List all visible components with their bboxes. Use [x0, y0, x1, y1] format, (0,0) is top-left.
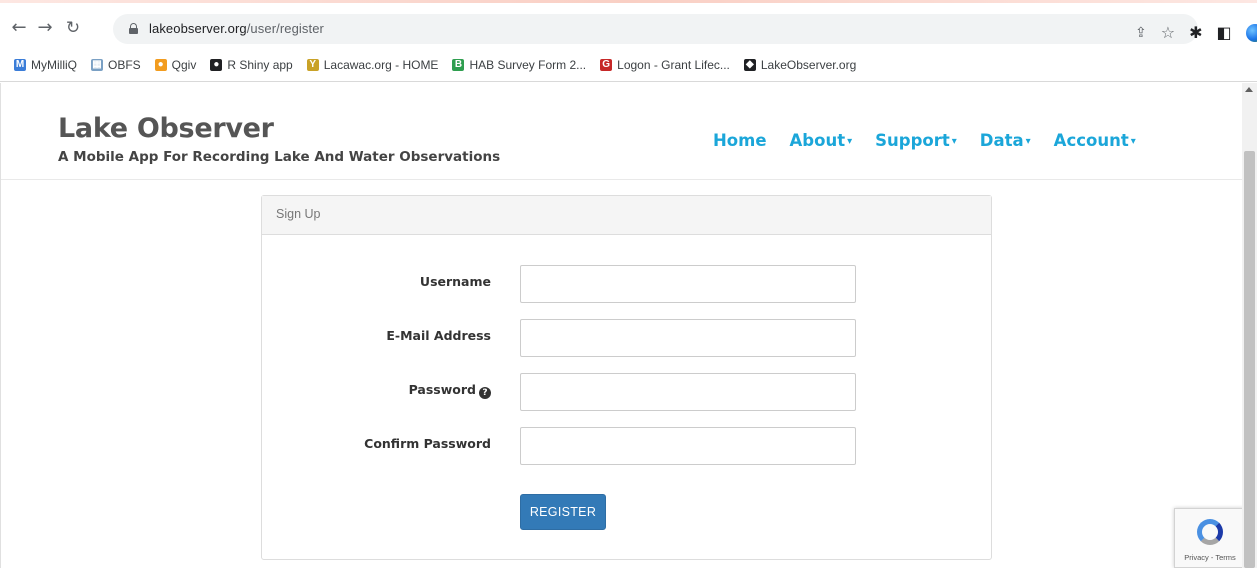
- scroll-up-arrow-icon[interactable]: [1245, 87, 1253, 92]
- profile-avatar[interactable]: [1245, 24, 1257, 42]
- nav-home[interactable]: Home: [713, 131, 767, 150]
- url-domain: lakeobserver.org: [149, 21, 247, 36]
- bookmark-label: Logon - Grant Lifec...: [617, 58, 730, 72]
- scroll-thumb[interactable]: [1244, 151, 1255, 568]
- nav-about-label: About: [789, 131, 846, 150]
- forward-icon[interactable]: →: [34, 17, 56, 39]
- lock-icon: [129, 23, 138, 34]
- bookmark-label: MyMilliQ: [31, 58, 77, 72]
- bookmark-favicon-icon: G: [600, 59, 613, 71]
- bookmark-label: HAB Survey Form 2...: [469, 58, 587, 72]
- bookmark-item[interactable]: ● R Shiny app: [210, 58, 293, 72]
- page-content: Lake Observer A Mobile App For Recording…: [0, 83, 1244, 568]
- email-input[interactable]: [520, 319, 856, 357]
- bookmark-favicon-icon: B: [452, 59, 465, 71]
- caret-down-icon: ▾: [951, 136, 957, 147]
- nav-data-label: Data: [979, 131, 1024, 150]
- navigation-row: ← → ↻ lakeobserver.org/user/register ⇪ ☆…: [0, 10, 1257, 46]
- password-input[interactable]: [520, 373, 856, 411]
- recaptcha-badge[interactable]: Privacy - Terms: [1174, 508, 1244, 568]
- vertical-scrollbar[interactable]: [1242, 83, 1257, 568]
- bookmark-item[interactable]: B HAB Survey Form 2...: [452, 58, 586, 72]
- bookmarks-bar: M MyMilliQ ▦ OBFS ● Qgiv ● R Shiny app Y Lacawac.…: [0, 52, 1257, 78]
- url-text[interactable]: lakeobserver.org/user/register: [149, 21, 324, 36]
- recaptcha-text[interactable]: Privacy - Terms: [1175, 553, 1245, 562]
- bookmark-item[interactable]: ◆ LakeObserver.org: [743, 58, 857, 72]
- caret-down-icon: ▾: [847, 136, 853, 147]
- password-label: Password: [408, 382, 476, 397]
- nav-support[interactable]: Support ▾: [875, 131, 957, 150]
- bookmark-favicon-icon: M: [14, 59, 26, 71]
- password-label-row: Password?: [409, 382, 491, 399]
- bookmark-favicon-icon: ▦: [91, 59, 103, 71]
- bookmark-label: LakeObserver.org: [760, 58, 857, 72]
- bookmark-favicon-icon: ●: [154, 59, 167, 71]
- caret-down-icon: ▾: [1130, 136, 1136, 147]
- help-question-icon[interactable]: ?: [479, 387, 491, 399]
- site-header: Lake Observer A Mobile App For Recording…: [1, 83, 1243, 180]
- bookmark-item[interactable]: Y Lacawac.org - HOME: [306, 58, 439, 72]
- site-title[interactable]: Lake Observer: [58, 113, 274, 144]
- confirm-password-input[interactable]: [520, 427, 856, 465]
- bookmark-favicon-icon: Y: [306, 59, 319, 71]
- email-label: E-Mail Address: [386, 328, 491, 343]
- nav-data[interactable]: Data ▾: [980, 131, 1031, 150]
- site-subtitle: A Mobile App For Recording Lake And Wate…: [58, 149, 501, 165]
- bookmark-favicon-icon: ◆: [743, 59, 756, 71]
- extensions-puzzle-icon[interactable]: ✱: [1189, 24, 1202, 42]
- url-path: /user/register: [246, 21, 324, 36]
- reload-icon[interactable]: ↻: [62, 17, 84, 39]
- nav-about[interactable]: About ▾: [790, 131, 853, 150]
- back-icon[interactable]: ←: [8, 17, 30, 39]
- nav-account[interactable]: Account ▾: [1054, 131, 1136, 150]
- nav-support-label: Support: [875, 131, 950, 150]
- signup-panel: Sign Up Username E-Mail Address Password…: [261, 195, 992, 560]
- address-bar[interactable]: lakeobserver.org/user/register: [113, 14, 1198, 44]
- bookmark-label: OBFS: [108, 58, 141, 72]
- confirm-password-label: Confirm Password: [364, 436, 491, 451]
- nav-account-label: Account: [1053, 131, 1129, 150]
- register-button[interactable]: REGISTER: [520, 494, 606, 530]
- main-nav: Home About ▾ Support ▾ Data ▾ Account ▾: [713, 131, 1136, 150]
- username-input[interactable]: [520, 265, 856, 303]
- bookmark-label: R Shiny app: [227, 58, 293, 72]
- bookmark-item[interactable]: ● Qgiv: [154, 58, 197, 72]
- side-panel-icon[interactable]: ◧: [1216, 24, 1231, 42]
- panel-heading: Sign Up: [262, 196, 991, 235]
- bookmark-item[interactable]: G Logon - Grant Lifec...: [600, 58, 730, 72]
- bookmark-favicon-icon: ●: [210, 59, 223, 71]
- bookmark-label: Lacawac.org - HOME: [323, 58, 439, 72]
- tab-strip: [0, 0, 1257, 3]
- share-icon[interactable]: ⇪: [1135, 24, 1147, 42]
- bookmark-label: Qgiv: [171, 58, 197, 72]
- recaptcha-icon: [1197, 519, 1223, 545]
- bookmark-star-icon[interactable]: ☆: [1161, 24, 1175, 42]
- bookmark-item[interactable]: M MyMilliQ: [14, 58, 77, 72]
- browser-toolbar: ← → ↻ lakeobserver.org/user/register ⇪ ☆…: [0, 0, 1257, 82]
- extension-area: ⇪ ☆ ✱ ◧ ⋮: [1135, 24, 1257, 42]
- username-label: Username: [419, 274, 491, 289]
- bookmark-item[interactable]: ▦ OBFS: [91, 58, 141, 72]
- caret-down-icon: ▾: [1025, 136, 1031, 147]
